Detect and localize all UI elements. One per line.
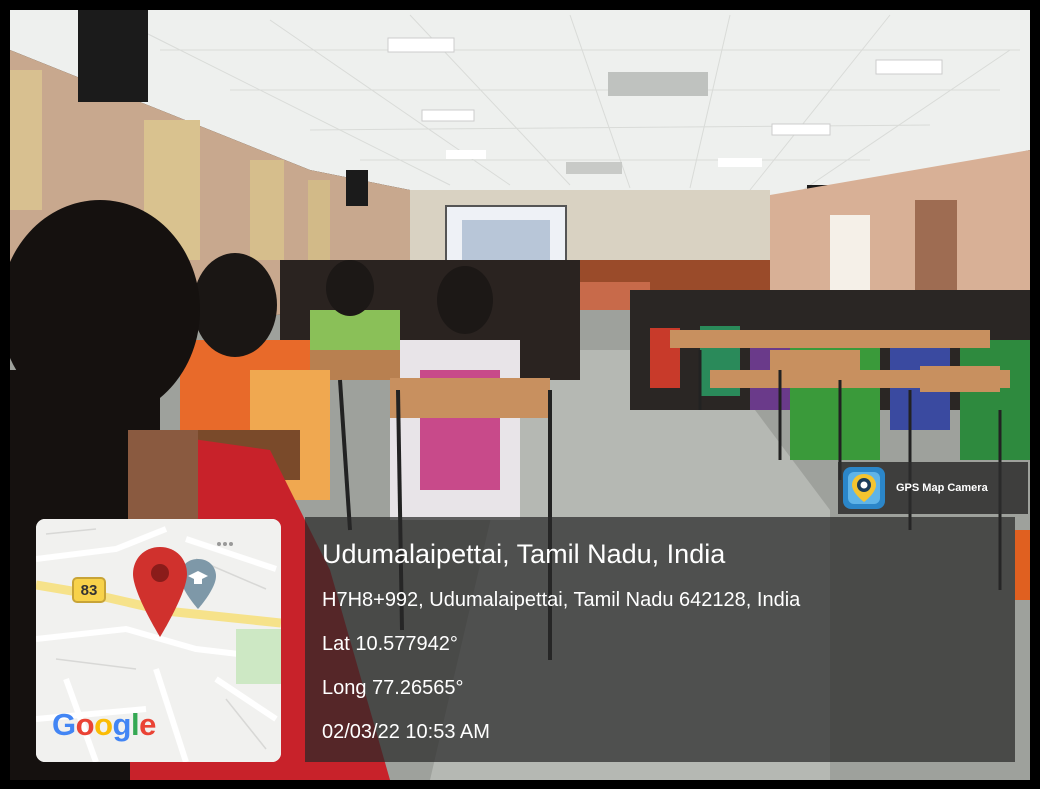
map-thumbnail: 83 Google: [36, 519, 281, 762]
google-logo: Google: [52, 707, 156, 743]
longitude: Long 77.26565°: [322, 677, 464, 699]
gps-map-camera-badge: GPS Map Camera: [838, 462, 1028, 514]
location-info-panel: Udumalaipettai, Tamil Nadu, India H7H8+9…: [305, 517, 1015, 762]
google-letter: G: [52, 707, 76, 742]
address-line: H7H8+992, Udumalaipettai, Tamil Nadu 642…: [322, 589, 801, 611]
gps-map-camera-icon: [843, 467, 885, 509]
google-letter: l: [130, 707, 140, 742]
google-letter: g: [112, 707, 132, 742]
latitude: Lat 10.577942°: [322, 633, 458, 655]
road-number-shield: 83: [72, 577, 106, 603]
location-title: Udumalaipettai, Tamil Nadu, India: [322, 539, 726, 569]
badge-label: GPS Map Camera: [896, 482, 988, 494]
date-time: 02/03/22 10:53 AM: [322, 721, 490, 743]
google-letter: o: [75, 707, 95, 742]
google-letter: o: [94, 707, 113, 742]
google-letter: e: [139, 707, 156, 742]
image-frame: GPS Map Camera Udumalaipettai, Tamil Nad…: [0, 0, 1040, 789]
